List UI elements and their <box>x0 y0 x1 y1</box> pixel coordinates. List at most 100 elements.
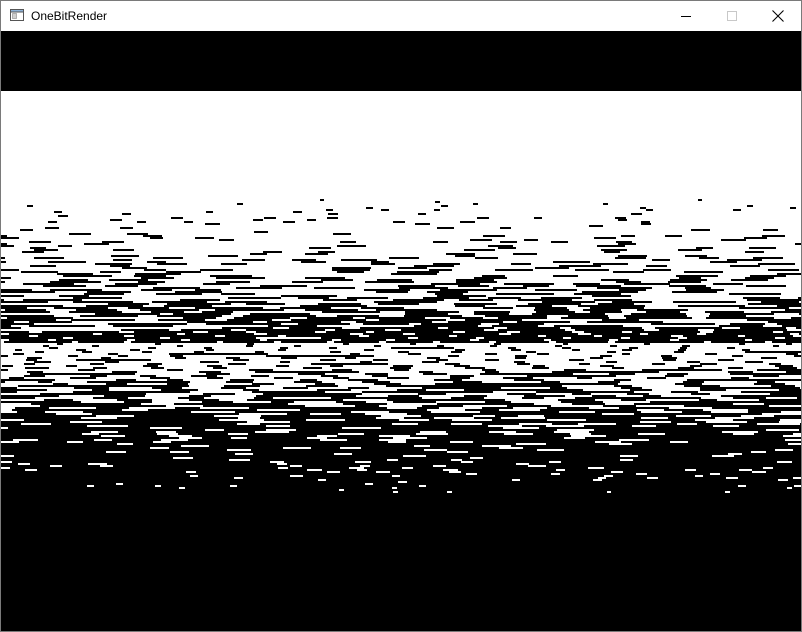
dither-stroke <box>592 377 647 379</box>
dither-stroke <box>222 327 273 329</box>
dither-stroke <box>51 361 105 363</box>
dither-stroke <box>338 433 364 435</box>
dither-stroke <box>595 399 621 401</box>
dither-stroke <box>22 349 76 351</box>
title-bar[interactable]: OneBitRender <box>1 1 801 31</box>
dither-stroke <box>451 459 462 461</box>
dither-stroke <box>341 339 386 341</box>
dither-stroke <box>413 365 454 367</box>
dither-stroke <box>95 263 132 265</box>
dither-stroke <box>230 373 298 375</box>
dither-stroke <box>498 317 547 319</box>
dither-stroke <box>711 411 748 413</box>
dither-stroke <box>762 235 785 237</box>
dither-stroke <box>398 267 427 269</box>
dither-stroke <box>54 307 108 309</box>
dither-stroke <box>376 291 408 293</box>
dither-stroke <box>496 341 549 343</box>
dither-stroke <box>1 353 13 355</box>
dither-stroke <box>499 371 552 373</box>
dither-stroke <box>183 355 266 357</box>
dither-stroke <box>454 347 508 349</box>
dither-stroke <box>686 349 742 351</box>
dither-stroke <box>374 301 437 303</box>
dither-stroke <box>591 393 627 395</box>
dither-stroke <box>500 241 517 243</box>
dither-stroke <box>620 455 638 457</box>
dither-stroke <box>365 413 407 415</box>
dither-stroke <box>1 359 26 361</box>
dither-stroke <box>571 347 629 349</box>
minimize-button[interactable] <box>663 1 709 31</box>
dither-stroke <box>501 343 563 345</box>
dither-stroke <box>227 367 303 369</box>
dither-stroke <box>739 469 752 471</box>
dither-stroke <box>701 397 733 399</box>
dither-stroke <box>129 407 175 409</box>
dither-stroke <box>260 385 306 387</box>
dither-stroke <box>109 387 152 389</box>
dither-stroke <box>378 379 434 381</box>
dither-stroke <box>106 451 126 453</box>
app-window: OneBitRender <box>0 0 802 632</box>
dither-stroke <box>1 289 32 291</box>
dither-stroke <box>214 415 261 417</box>
dither-stroke <box>655 327 722 329</box>
dither-stroke <box>208 331 246 333</box>
dither-stroke <box>505 399 558 401</box>
maximize-button[interactable] <box>709 1 755 31</box>
dither-stroke <box>482 381 541 383</box>
dither-stroke <box>1 365 2 367</box>
dither-stroke <box>511 263 531 265</box>
dither-stroke <box>1 277 11 279</box>
dither-stroke <box>135 339 181 341</box>
dither-stroke <box>741 415 774 417</box>
dither-stroke <box>463 405 507 407</box>
dither-stroke <box>109 389 161 391</box>
dither-stroke <box>115 283 157 285</box>
dither-stroke <box>418 337 476 339</box>
dither-stroke <box>554 431 589 433</box>
dither-stroke <box>611 471 623 473</box>
dither-stroke <box>166 405 203 407</box>
dither-stroke <box>121 329 169 331</box>
dither-stroke <box>793 365 801 367</box>
render-canvas[interactable] <box>1 31 801 631</box>
close-button[interactable] <box>755 1 801 31</box>
dither-stroke <box>482 445 511 447</box>
dither-stroke <box>294 401 336 403</box>
dither-stroke <box>779 421 801 423</box>
dither-stroke <box>722 369 757 371</box>
dither-stroke <box>195 307 263 309</box>
dither-stroke <box>795 243 801 245</box>
dither-stroke <box>363 323 409 325</box>
dither-stroke <box>269 375 321 377</box>
dither-stroke <box>208 255 238 257</box>
dither-stroke <box>1 377 9 379</box>
dither-stroke <box>578 305 645 307</box>
dither-stroke <box>42 331 119 333</box>
dither-stroke <box>68 383 106 385</box>
dither-stroke <box>706 333 790 335</box>
dither-stroke <box>419 485 426 487</box>
dither-stroke <box>17 387 74 389</box>
dither-stroke <box>575 329 644 331</box>
dither-stroke <box>301 261 326 263</box>
dither-stroke <box>616 241 632 243</box>
dither-stroke <box>589 225 603 227</box>
dither-stroke <box>156 293 202 295</box>
dither-stroke <box>94 439 112 441</box>
dither-stroke <box>379 405 422 407</box>
dither-stroke <box>676 359 718 361</box>
dither-stroke <box>131 341 217 343</box>
dither-stroke <box>105 285 138 287</box>
dither-stroke <box>493 287 527 289</box>
dither-stroke <box>785 309 801 311</box>
dither-stroke <box>1 235 7 237</box>
dither-stroke <box>651 323 715 325</box>
dither-stroke <box>204 397 254 399</box>
dither-stroke <box>751 451 766 453</box>
dither-stroke <box>725 491 730 493</box>
dither-stroke <box>227 319 272 321</box>
dither-stroke <box>433 371 485 373</box>
